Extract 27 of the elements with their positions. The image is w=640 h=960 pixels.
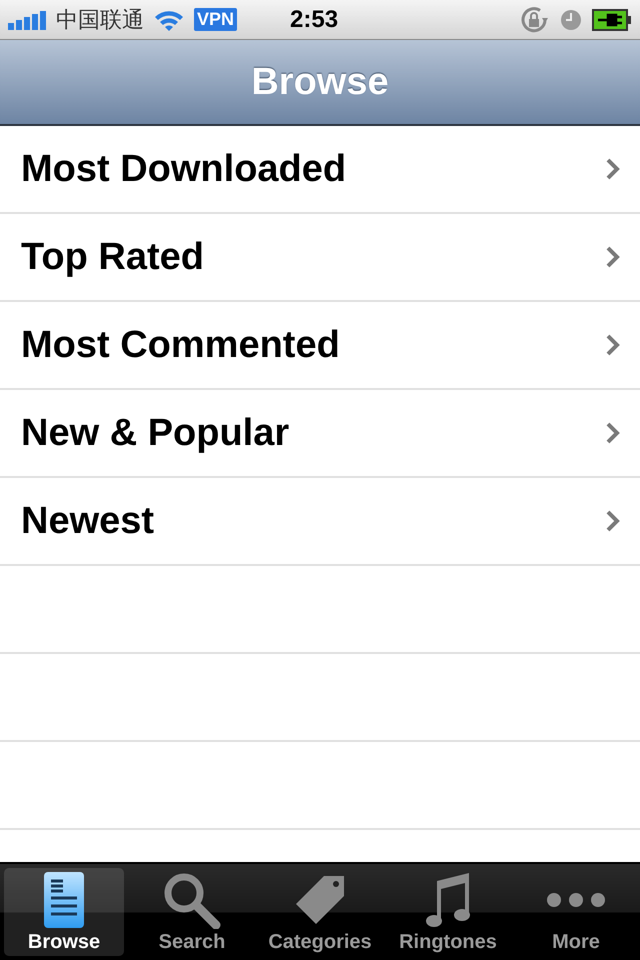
tab[interactable]: Categories (260, 868, 380, 956)
vpn-badge: VPN (194, 8, 238, 31)
battery-charging-icon (592, 8, 632, 30)
clock-time: 2:53 (290, 6, 338, 34)
music-note-icon (425, 871, 471, 929)
tab[interactable]: Browse (4, 868, 124, 956)
more-icon (546, 892, 606, 908)
list-item[interactable]: Newest (0, 478, 640, 566)
list-item[interactable]: New & Popular (0, 390, 640, 478)
tab[interactable]: More (516, 868, 636, 956)
wifi-icon (154, 8, 184, 30)
navigation-title: Browse (251, 60, 389, 104)
tab[interactable]: Search (132, 868, 252, 956)
search-icon (162, 871, 222, 929)
list-item[interactable]: Most Downloaded (0, 126, 640, 214)
document-icon (43, 871, 85, 929)
chevron-icon (606, 422, 620, 444)
chevron-icon (606, 334, 620, 356)
tag-icon (294, 874, 346, 926)
list-item[interactable]: Most Commented (0, 302, 640, 390)
carrier-name: 中国联通 (56, 6, 144, 34)
list-item[interactable]: Top Rated (0, 214, 640, 302)
alarm-clock-icon (560, 8, 582, 30)
tab[interactable]: Ringtones (388, 868, 508, 956)
chevron-icon (606, 510, 620, 532)
chevron-icon (606, 246, 620, 268)
chevron-icon (606, 158, 620, 180)
